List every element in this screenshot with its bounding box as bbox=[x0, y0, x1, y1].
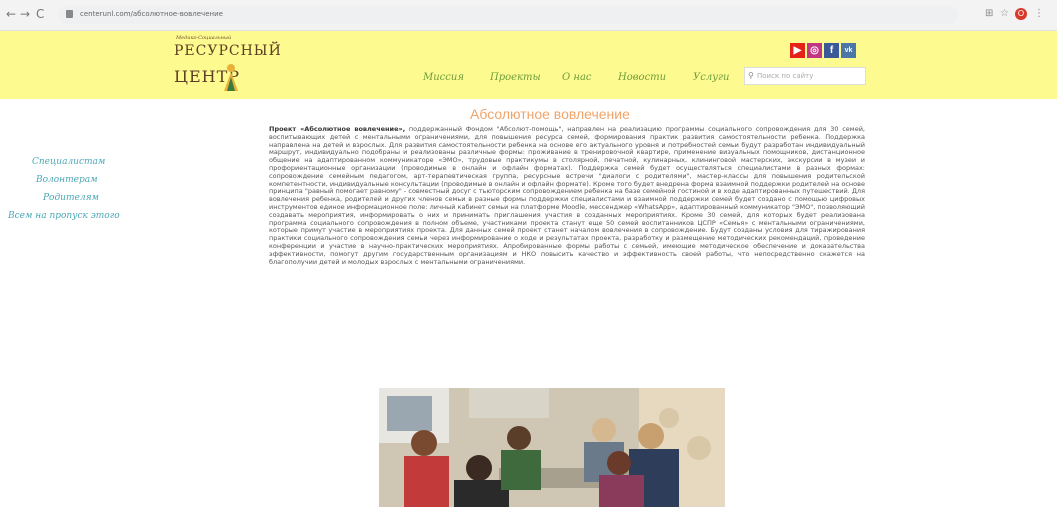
search-placeholder: Поиск по сайту bbox=[757, 72, 814, 80]
url-text[interactable]: centerunl.com/абсолютное-вовлечение bbox=[80, 10, 223, 18]
site-logo[interactable]: Медико-Социальный РЕСУРСНЫЙ ЦЕНТР bbox=[172, 35, 281, 95]
project-lead: Проект «Абсолютное вовлечение», bbox=[269, 125, 406, 133]
sidebar-item-everyone[interactable]: Всем на пропуск этого bbox=[8, 211, 120, 221]
sidebar-item-parents[interactable]: Родителям bbox=[43, 193, 99, 203]
sidebar-item-volunteers[interactable]: Волонтерам bbox=[36, 175, 98, 185]
browser-toolbar: ← → C centerunl.com/абсолютное-вовлечени… bbox=[0, 0, 1057, 31]
nav-item-news[interactable]: Новости bbox=[618, 72, 666, 83]
project-body: поддержанный Фондом "Абсолют-помощь", на… bbox=[269, 125, 865, 266]
group-photo-image bbox=[379, 388, 725, 507]
reload-icon[interactable]: C bbox=[36, 7, 44, 21]
instagram-icon[interactable]: ◎ bbox=[807, 43, 822, 58]
extension-icon[interactable]: ⊞ bbox=[985, 8, 993, 19]
logo-figure-icon bbox=[224, 64, 238, 91]
logo-tagline: Медико-Социальный bbox=[176, 35, 232, 41]
back-icon[interactable]: ← bbox=[6, 7, 16, 21]
logo-text-line1: РЕСУРСНЫЙ bbox=[174, 43, 282, 59]
nav-item-projects[interactable]: Проекты bbox=[490, 72, 541, 83]
search-input[interactable]: ⚲ Поиск по сайту bbox=[744, 67, 866, 85]
nav-item-about[interactable]: О нас bbox=[562, 72, 592, 83]
page-title: Абсолютное вовлечение bbox=[470, 106, 630, 122]
vk-icon[interactable]: vk bbox=[841, 43, 856, 58]
search-icon: ⚲ bbox=[748, 71, 754, 80]
site-header: Медико-Социальный РЕСУРСНЫЙ ЦЕНТР Миссия… bbox=[0, 31, 1057, 99]
nav-item-mission[interactable]: Миссия bbox=[423, 72, 464, 83]
project-photo bbox=[379, 388, 725, 507]
facebook-icon[interactable]: f bbox=[824, 43, 839, 58]
youtube-icon[interactable]: ▶ bbox=[790, 43, 805, 58]
lock-icon bbox=[66, 10, 73, 18]
forward-icon[interactable]: → bbox=[20, 7, 30, 21]
nav-item-services[interactable]: Услуги bbox=[693, 72, 730, 83]
profile-avatar[interactable]: О bbox=[1015, 8, 1027, 20]
project-description: Проект «Абсолютное вовлечение», поддержа… bbox=[269, 125, 865, 266]
browser-menu-icon[interactable]: ⋮ bbox=[1034, 8, 1044, 19]
sidebar-item-specialists[interactable]: Специалистам bbox=[32, 157, 105, 167]
bookmark-star-icon[interactable]: ☆ bbox=[1000, 8, 1009, 19]
